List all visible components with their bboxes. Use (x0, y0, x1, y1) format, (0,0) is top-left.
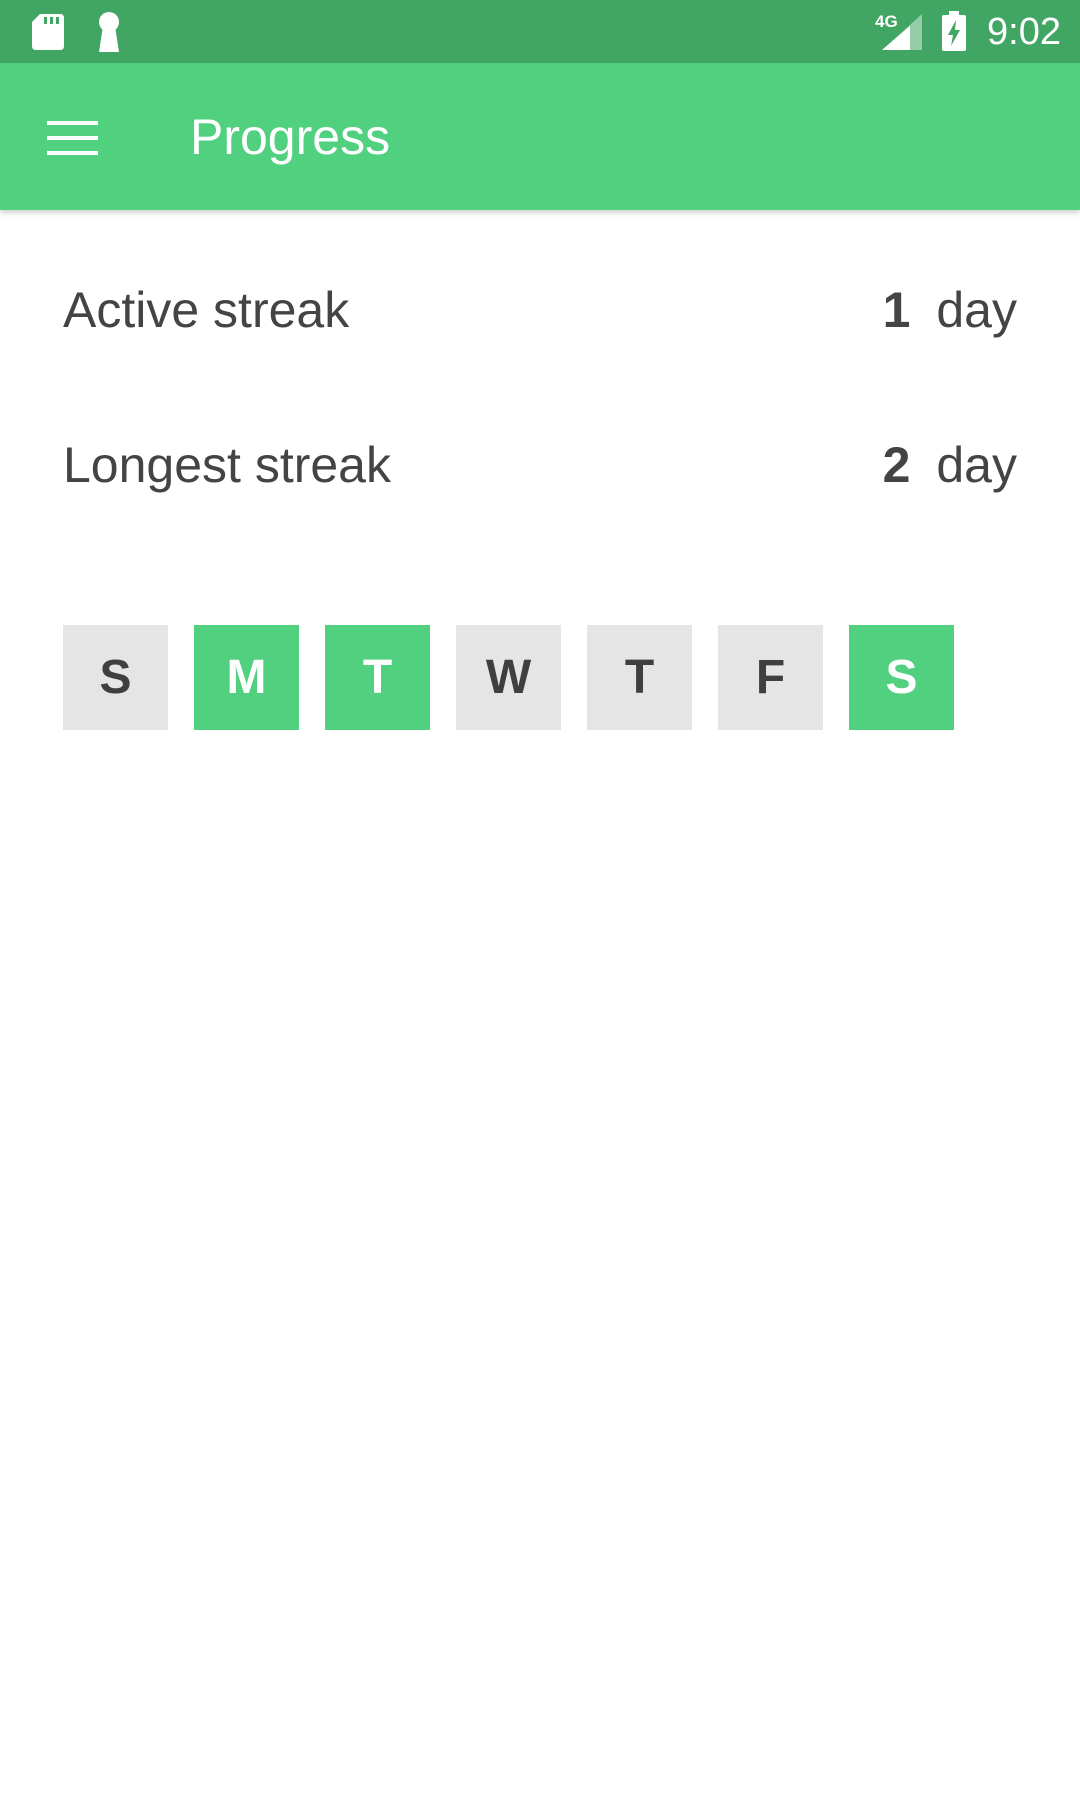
longest-streak-count: 2 (882, 437, 911, 493)
day-cell-saturday: S (849, 625, 954, 730)
longest-streak-row: Longest streak 2 day (63, 425, 1017, 505)
day-cell-thursday: T (587, 625, 692, 730)
signal-icon (882, 14, 922, 50)
battery-charging-icon (942, 11, 966, 51)
day-cell-sunday: S (63, 625, 168, 730)
longest-streak-value: 2 day (883, 425, 1017, 505)
menu-button[interactable] (36, 101, 108, 173)
day-cell-monday: M (194, 625, 299, 730)
sd-card-icon (32, 14, 64, 50)
app-bar: Progress (0, 63, 1080, 210)
active-streak-unit: day (936, 282, 1017, 338)
day-cell-friday: F (718, 625, 823, 730)
day-cell-tuesday: T (325, 625, 430, 730)
status-clock: 9:02 (987, 11, 1061, 53)
active-streak-label: Active streak (63, 282, 350, 338)
page-title: Progress (190, 109, 391, 165)
active-streak-count: 1 (882, 282, 911, 338)
longest-streak-unit: day (936, 437, 1017, 493)
status-bar: 4G 9:02 (0, 0, 1080, 63)
active-streak-value: 1 day (883, 270, 1017, 350)
keyhole-icon (99, 12, 119, 52)
longest-streak-label: Longest streak (63, 437, 391, 493)
active-streak-row: Active streak 1 day (63, 270, 1017, 350)
day-cell-wednesday: W (456, 625, 561, 730)
